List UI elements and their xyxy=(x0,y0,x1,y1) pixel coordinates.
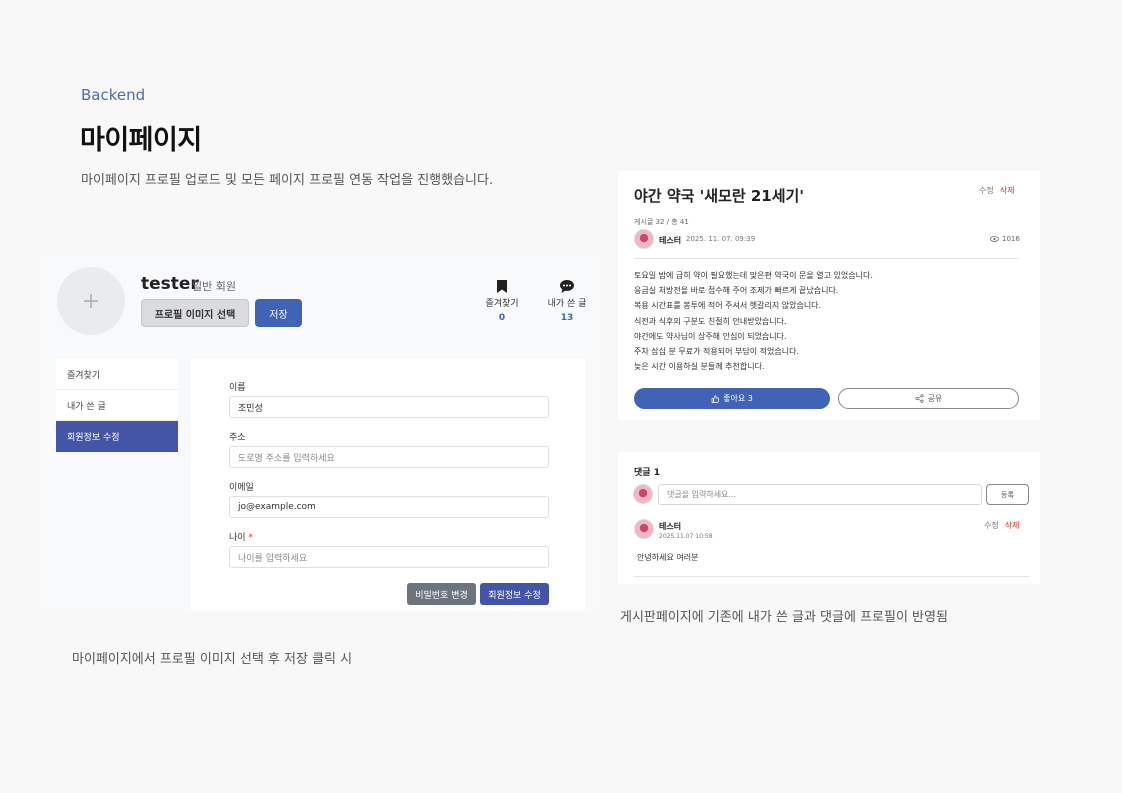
post-edit-link[interactable]: 수정 xyxy=(979,186,994,195)
comment-actions: 수정 삭제 xyxy=(984,520,1019,531)
change-password-button[interactable]: 비밀번호 변경 xyxy=(407,583,476,605)
address-field[interactable]: 도로명 주소를 입력하세요 xyxy=(229,446,549,468)
save-button[interactable]: 저장 xyxy=(255,299,302,327)
post-views: 1016 xyxy=(990,235,1020,243)
comment-edit-link[interactable]: 수정 xyxy=(984,521,999,530)
comment-author: 테스터 xyxy=(659,522,682,531)
address-label: 주소 xyxy=(229,433,246,443)
user-role: 일반 회원 xyxy=(192,280,236,293)
select-profile-image-button[interactable]: 프로필 이미지 선택 xyxy=(141,299,249,327)
page-description: 마이페이지 프로필 업로드 및 모든 페이지 프로필 연동 작업을 진행했습니다… xyxy=(81,173,494,188)
post-body-line: 주차 삼십 분 무료가 적용되어 부담이 적었습니다. xyxy=(634,347,799,357)
avatar xyxy=(633,484,653,504)
caption-board: 게시판페이지에 기존에 내가 쓴 글과 댓글에 프로필이 반영됨 xyxy=(620,610,948,625)
profile-avatar-placeholder[interactable]: + xyxy=(57,267,125,335)
post-body-line: 식전과 식후의 구분도 친절히 안내받았습니다. xyxy=(634,316,787,326)
post-date: 2025. 11. 07. 09:39 xyxy=(686,235,756,243)
eye-icon xyxy=(990,236,999,242)
stat-my-posts[interactable]: 내가 쓴 글 13 xyxy=(537,278,597,323)
comment-divider xyxy=(634,576,1029,577)
menu-item-edit-profile[interactable]: 회원정보 수정 xyxy=(56,421,178,452)
post-divider xyxy=(634,258,1019,259)
post-body-line: 응급실 처방전을 바로 접수해 주어 조제가 빠르게 끝났습니다. xyxy=(634,286,839,296)
age-label: 나이 * xyxy=(229,530,253,543)
stat-count: 0 xyxy=(498,313,506,323)
section-label: Backend xyxy=(81,86,146,104)
post-body: 토요일 밤에 급히 약이 필요했는데 맞은편 약국이 문을 열고 있었습니다. … xyxy=(634,268,873,374)
post-delete-link[interactable]: 삭제 xyxy=(1000,186,1015,195)
age-field[interactable]: 나이를 입력하세요 xyxy=(229,546,549,568)
comment-delete-link[interactable]: 삭제 xyxy=(1005,521,1020,530)
post-author: 테스터 xyxy=(659,236,682,245)
name-field[interactable]: 조민성 xyxy=(229,396,549,418)
caption-mypage: 마이페이지에서 프로필 이미지 선택 후 저장 클릭 시 xyxy=(72,652,353,667)
post-body-line: 야간에도 약사님이 상주해 안심이 되었습니다. xyxy=(634,331,787,341)
menu-item-bookmarks[interactable]: 즐겨찾기 xyxy=(56,359,178,390)
thumbs-up-icon xyxy=(711,394,720,403)
comment-icon xyxy=(537,278,597,294)
stat-label: 즐겨찾기 xyxy=(485,299,519,309)
stat-bookmarks[interactable]: 즐겨찾기 0 xyxy=(472,278,532,323)
post-title: 야간 약국 '새모란 21세기' xyxy=(634,187,804,205)
like-button[interactable]: 좋아요 3 xyxy=(634,388,830,409)
edit-profile-button[interactable]: 회원정보 수정 xyxy=(480,583,549,605)
comment-date: 2025.11.07 10:58 xyxy=(659,533,713,540)
avatar xyxy=(634,519,654,539)
comment-card xyxy=(618,452,1040,584)
comment-text: 안녕하세요 여러분 xyxy=(637,553,699,562)
share-label: 공유 xyxy=(927,394,943,403)
post-view-count: 1016 xyxy=(1002,235,1020,243)
required-mark: * xyxy=(248,533,253,543)
bookmark-icon xyxy=(472,278,532,294)
email-label: 이메일 xyxy=(229,483,254,493)
stat-count: 13 xyxy=(560,313,574,323)
comment-input[interactable]: 댓글을 입력하세요... xyxy=(658,484,982,505)
post-meta: 게시글 32 / 총 41 xyxy=(634,218,689,226)
comments-title: 댓글 1 xyxy=(634,468,660,478)
menu-item-my-posts[interactable]: 내가 쓴 글 xyxy=(56,390,178,421)
avatar xyxy=(634,229,654,249)
age-label-text: 나이 xyxy=(229,533,246,543)
stat-label: 내가 쓴 글 xyxy=(547,299,587,309)
page-title: 마이페이지 xyxy=(80,125,202,156)
comment-submit-button[interactable]: 등록 xyxy=(986,484,1029,505)
post-body-line: 토요일 밤에 급히 약이 필요했는데 맞은편 약국이 문을 열고 있었습니다. xyxy=(634,271,873,280)
name-label: 이름 xyxy=(229,383,246,393)
email-field[interactable]: jo@example.com xyxy=(229,496,549,518)
username: tester xyxy=(141,274,199,294)
share-button[interactable]: 공유 xyxy=(838,388,1019,409)
post-body-line: 복용 시간표를 봉투에 적어 주셔서 헷갈리지 않았습니다. xyxy=(634,301,822,311)
like-label: 좋아요 3 xyxy=(723,394,753,403)
share-icon xyxy=(915,394,924,403)
mypage-side-menu: 즐겨찾기 내가 쓴 글 회원정보 수정 xyxy=(56,359,178,452)
post-body-line: 늦은 시간 이용하실 분들께 추천합니다. xyxy=(634,362,765,372)
post-actions: 수정 삭제 xyxy=(979,185,1014,196)
